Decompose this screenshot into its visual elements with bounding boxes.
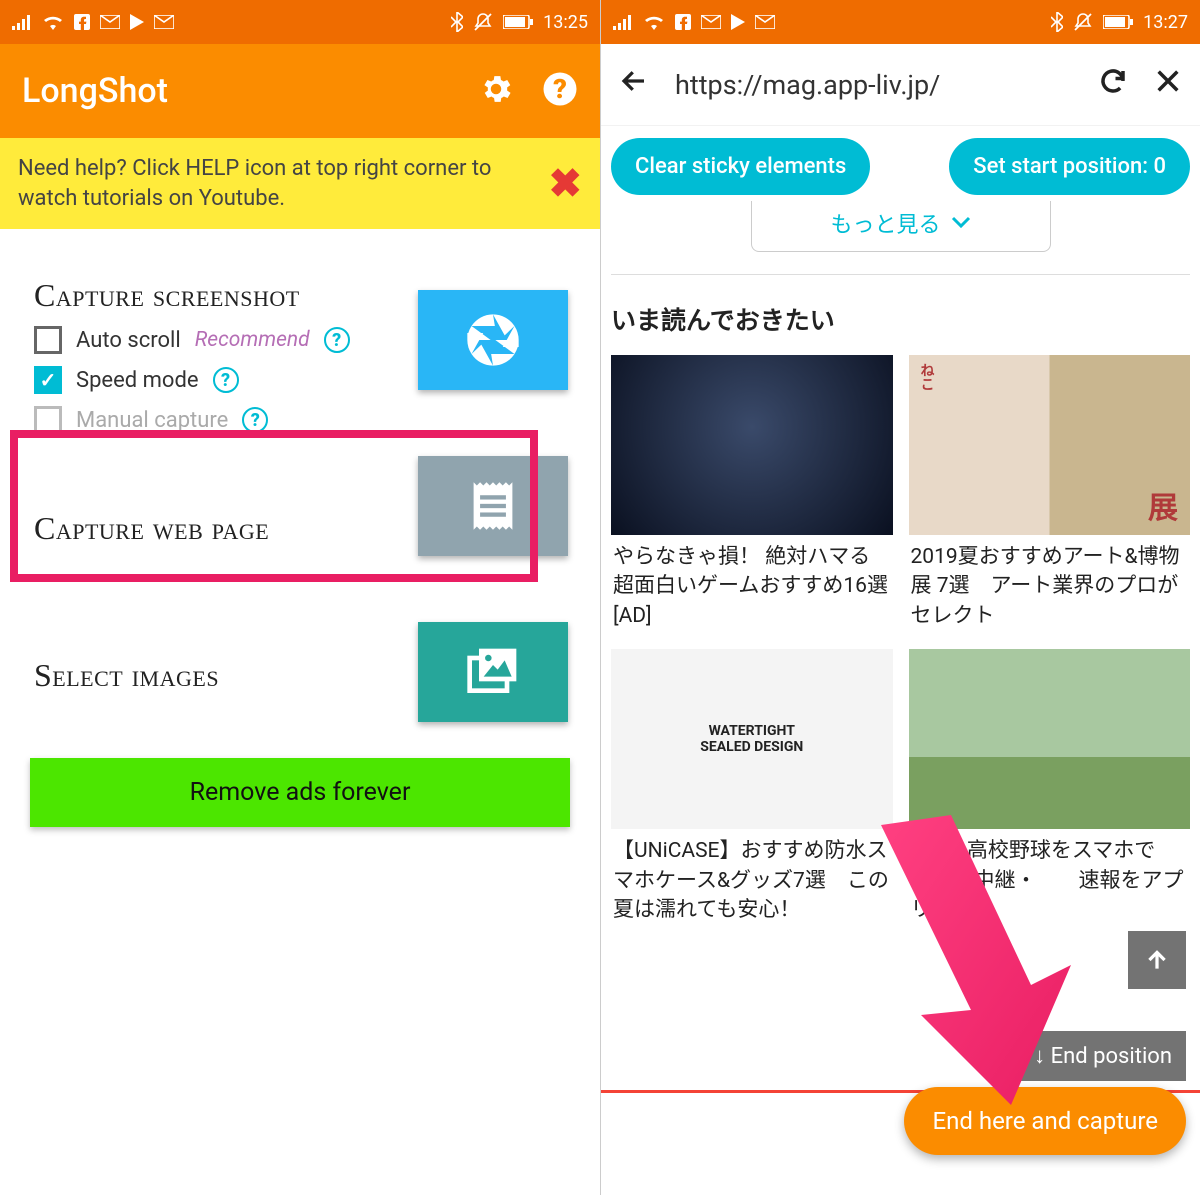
help-auto-scroll-icon[interactable]: ?: [324, 327, 350, 353]
help-icon[interactable]: ?: [542, 71, 578, 111]
select-images-button[interactable]: [418, 622, 568, 722]
help-manual-capture-icon[interactable]: ?: [242, 407, 268, 433]
option-manual-capture-label: Manual capture: [76, 408, 228, 433]
shutter-icon: [465, 312, 521, 368]
close-icon[interactable]: [1154, 67, 1182, 102]
wifi-icon: [643, 14, 665, 30]
help-speed-mode-icon[interactable]: ?: [213, 367, 239, 393]
end-here-and-capture-label: End here and capture: [932, 1107, 1158, 1135]
recommend-label: Recommend: [195, 328, 310, 352]
mail-icon: [100, 15, 120, 29]
thumb-text-1: WATERTIGHT: [709, 723, 795, 739]
chevron-down-icon: [951, 216, 971, 230]
browser-nav-bar: https://mag.app-liv.jp/: [601, 44, 1200, 126]
article-thumbnail: WATERTIGHT SEALED DESIGN: [611, 649, 893, 829]
checkbox-auto-scroll[interactable]: [34, 326, 62, 354]
mail-icon: [701, 15, 721, 29]
article-title: 2019夏おすすめアート&博物展 7選 アート業界のプロがセレクト: [909, 535, 1191, 631]
battery-icon: [1103, 15, 1133, 29]
main-content: Capture screenshot Auto scroll Recommend…: [0, 229, 600, 827]
thumb-text-2: SEALED DESIGN: [700, 739, 803, 755]
article-card[interactable]: ねこ 展 2019夏おすすめアート&博物展 7選 アート業界のプロがセレクト: [909, 355, 1191, 631]
close-icon[interactable]: ✖: [548, 157, 582, 211]
clear-sticky-button[interactable]: Clear sticky elements: [611, 138, 870, 195]
app-bar: LongShot ?: [0, 44, 600, 138]
play-icon: [130, 14, 144, 30]
remove-ads-button[interactable]: Remove ads forever: [30, 758, 570, 827]
mute-icon: [473, 12, 493, 32]
set-start-position-button[interactable]: Set start position: 0: [949, 138, 1190, 195]
status-icons-left-r: [613, 14, 775, 30]
end-position-group: ↓ End position: [1020, 931, 1186, 1081]
end-position-text: ↓ End position: [1034, 1044, 1172, 1069]
url-text[interactable]: https://mag.app-liv.jp/: [675, 69, 1072, 101]
capture-screenshot-button[interactable]: [418, 290, 568, 390]
option-speed-mode-label: Speed mode: [76, 368, 199, 393]
gallery-icon: [465, 644, 521, 700]
facebook-icon: [74, 14, 90, 30]
facebook-icon: [675, 14, 691, 30]
receipt-icon: [467, 478, 519, 534]
article-thumbnail: [611, 355, 893, 535]
capture-controls-row: Clear sticky elements Set start position…: [601, 126, 1200, 201]
more-button[interactable]: もっと見る: [751, 201, 1051, 252]
arrow-up-icon: [1144, 947, 1170, 973]
checkbox-manual-capture: [34, 406, 62, 434]
remove-ads-label: Remove ads forever: [190, 778, 411, 807]
end-here-and-capture-button[interactable]: End here and capture: [904, 1087, 1186, 1155]
status-icons-right-r: 13:27: [1051, 12, 1188, 33]
status-icons-left: [12, 14, 174, 30]
article-grid: やらなきゃ損！ 絶対ハマる超面白いゲームおすすめ16選 [AD] ねこ 展 20…: [601, 355, 1200, 925]
signal-icon: [12, 14, 32, 30]
divider: [611, 274, 1190, 275]
wifi-icon: [42, 14, 64, 30]
settings-icon[interactable]: [478, 71, 514, 111]
help-banner: Need help? Click HELP icon at top right …: [0, 138, 600, 229]
article-thumbnail: ねこ 展: [909, 355, 1191, 535]
battery-icon: [503, 15, 533, 29]
mail2-icon: [755, 15, 775, 29]
option-auto-scroll-label: Auto scroll: [76, 328, 181, 353]
section-heading: いま読んでおきたい: [601, 297, 1200, 355]
mute-icon: [1073, 12, 1093, 32]
capture-web-page-button[interactable]: [418, 456, 568, 556]
reload-icon[interactable]: [1098, 66, 1128, 103]
article-card[interactable]: 019】高校野球をスマホで ライブ中継・ 速報をアプリで無: [909, 649, 1191, 925]
scroll-to-top-button[interactable]: [1128, 931, 1186, 989]
more-label: もっと見る: [830, 207, 940, 239]
article-thumbnail: [909, 649, 1191, 829]
status-icons-right: 13:25: [451, 12, 588, 33]
signal-icon: [613, 14, 633, 30]
app-title: LongShot: [22, 71, 450, 111]
left-phone: 13:25 LongShot ? Need help? Click HELP i…: [0, 0, 600, 1195]
back-icon[interactable]: [619, 66, 649, 103]
article-title: 【UNiCASE】おすすめ防水スマホケース&グッズ7選 この夏は濡れても安心！: [611, 829, 893, 925]
article-title: 019】高校野球をスマホで ライブ中継・ 速報をアプリで無: [909, 829, 1191, 925]
bluetooth-icon: [1051, 12, 1063, 32]
clear-sticky-label: Clear sticky elements: [635, 154, 846, 179]
article-card[interactable]: やらなきゃ損！ 絶対ハマる超面白いゲームおすすめ16選 [AD]: [611, 355, 893, 631]
right-phone: 13:27 https://mag.app-liv.jp/ Clear stic…: [600, 0, 1200, 1195]
clock-text-r: 13:27: [1143, 12, 1188, 33]
option-manual-capture: Manual capture ?: [0, 400, 600, 440]
play-icon: [731, 14, 745, 30]
status-bar-r: 13:27: [601, 0, 1200, 44]
article-title: やらなきゃ損！ 絶対ハマる超面白いゲームおすすめ16選 [AD]: [611, 535, 893, 631]
clock-text: 13:25: [543, 12, 588, 33]
mail2-icon: [154, 15, 174, 29]
article-card[interactable]: WATERTIGHT SEALED DESIGN 【UNiCASE】おすすめ防水…: [611, 649, 893, 925]
set-start-position-label: Set start position: 0: [973, 154, 1166, 179]
checkbox-speed-mode[interactable]: [34, 366, 62, 394]
end-position-label[interactable]: ↓ End position: [1020, 1031, 1186, 1081]
status-bar: 13:25: [0, 0, 600, 44]
help-banner-text: Need help? Click HELP icon at top right …: [18, 154, 548, 213]
svg-text:?: ?: [553, 73, 567, 105]
bluetooth-icon: [451, 12, 463, 32]
